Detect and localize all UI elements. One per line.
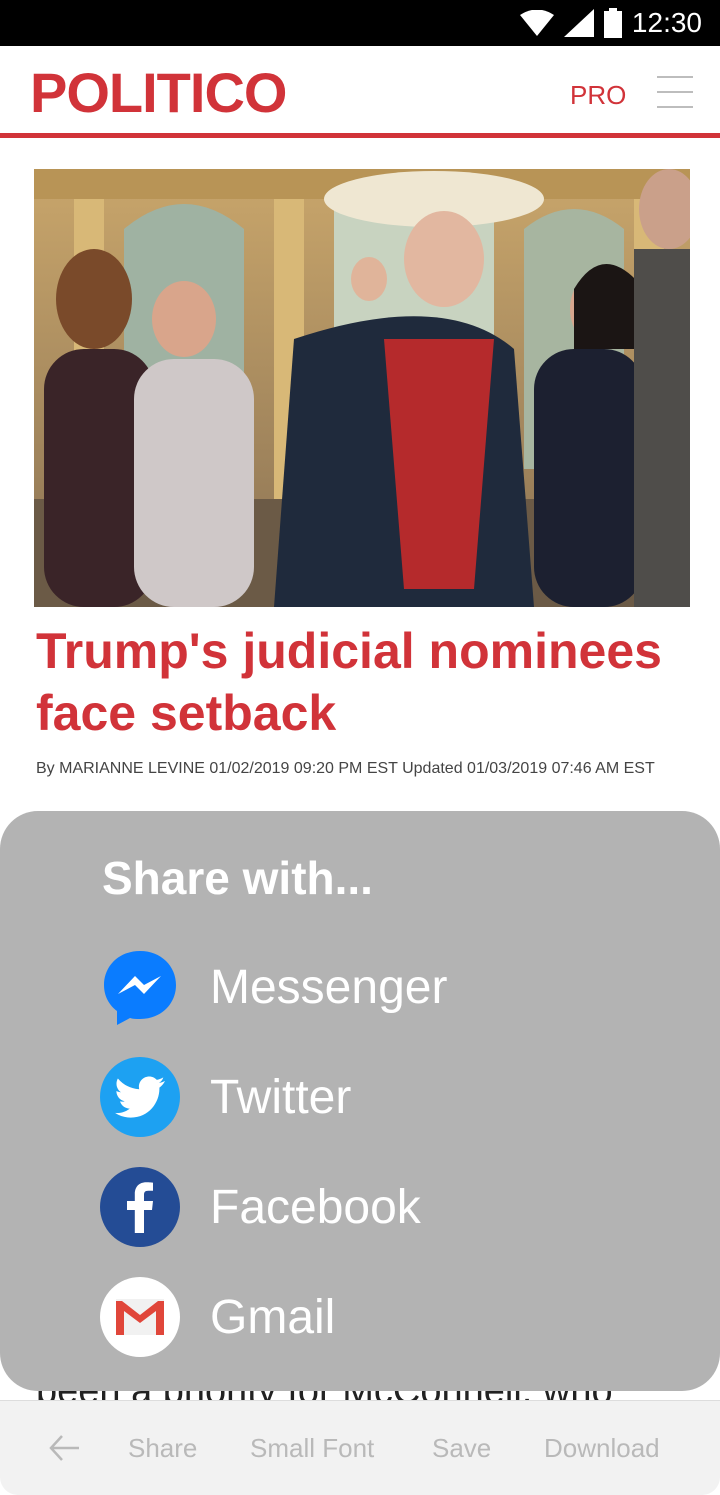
share-option-gmail[interactable]: Gmail bbox=[100, 1277, 620, 1357]
politico-logo[interactable]: POLITICO bbox=[30, 60, 287, 125]
article-headline[interactable]: Trump's judicial nominees face setback bbox=[36, 620, 696, 744]
gmail-icon bbox=[100, 1277, 180, 1357]
twitter-icon bbox=[100, 1057, 180, 1137]
bottom-toolbar: Share Small Font Save Download bbox=[0, 1400, 720, 1495]
screen: 12:30 POLITICO PRO Trump's judicial nomi… bbox=[0, 0, 720, 1495]
clock: 12:30 bbox=[631, 7, 702, 38]
share-option-messenger[interactable]: Messenger bbox=[100, 947, 620, 1027]
share-option-label: Facebook bbox=[210, 1180, 421, 1234]
article-byline: By MARIANNE LEVINE 01/02/2019 09:20 PM E… bbox=[36, 760, 655, 777]
save-button[interactable]: Save bbox=[432, 1433, 491, 1464]
share-option-facebook[interactable]: Facebook bbox=[100, 1167, 620, 1247]
back-arrow-icon[interactable] bbox=[48, 1433, 82, 1463]
share-button[interactable]: Share bbox=[128, 1433, 197, 1464]
status-bar: 12:30 bbox=[0, 0, 720, 46]
share-option-label: Gmail bbox=[210, 1290, 336, 1344]
small-font-button[interactable]: Small Font bbox=[250, 1433, 374, 1464]
status-icons: 12:30 bbox=[519, 7, 702, 39]
battery-icon bbox=[603, 8, 622, 38]
share-sheet-title: Share with... bbox=[102, 852, 373, 904]
article-hero-image bbox=[34, 169, 690, 607]
share-option-label: Twitter bbox=[210, 1070, 352, 1124]
signal-icon bbox=[563, 9, 594, 37]
wifi-icon bbox=[519, 10, 554, 36]
share-option-twitter[interactable]: Twitter bbox=[100, 1057, 620, 1137]
download-button[interactable]: Download bbox=[544, 1433, 660, 1464]
share-option-label: Messenger bbox=[210, 960, 448, 1014]
share-sheet: Share with... Messenger Twitter Facebook… bbox=[0, 811, 720, 1391]
facebook-icon bbox=[100, 1167, 180, 1247]
pro-link[interactable]: PRO bbox=[570, 80, 626, 111]
hamburger-menu-icon[interactable] bbox=[657, 76, 693, 108]
site-header: POLITICO PRO bbox=[0, 46, 720, 138]
messenger-icon bbox=[100, 947, 180, 1027]
